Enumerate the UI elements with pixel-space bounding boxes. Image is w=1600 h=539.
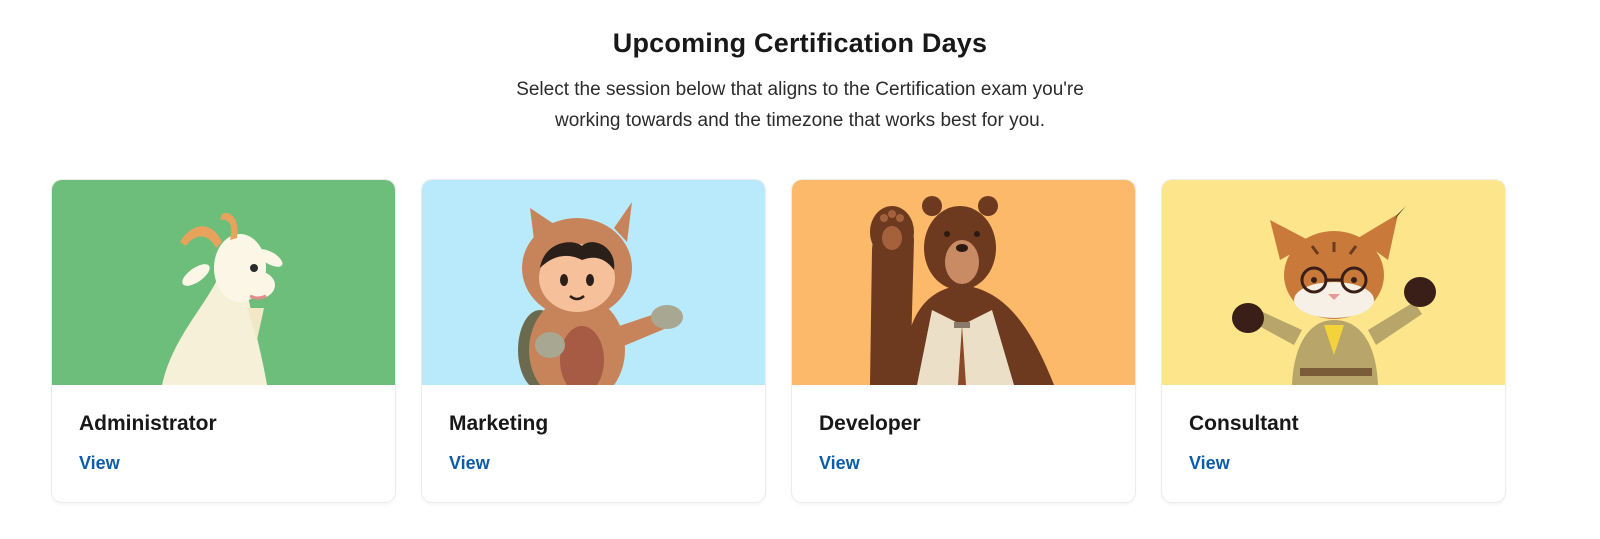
card-consultant[interactable]: Consultant View: [1162, 180, 1505, 502]
lynx-illustration: [1162, 180, 1505, 385]
page-subtitle: Select the session below that aligns to …: [450, 74, 1150, 136]
card-developer[interactable]: Developer View: [792, 180, 1135, 502]
view-link[interactable]: View: [449, 453, 490, 474]
card-title: Administrator: [79, 412, 217, 435]
view-link[interactable]: View: [819, 453, 860, 474]
view-link[interactable]: View: [1189, 453, 1230, 474]
subtitle-line-2: working towards and the timezone that wo…: [554, 110, 1046, 131]
page-title: Upcoming Certification Days: [612, 28, 988, 58]
card-title: Marketing: [449, 412, 549, 435]
card-title: Consultant: [1189, 412, 1299, 435]
certification-cards: Administrator View Marketing View Develo…: [52, 180, 1548, 502]
goat-illustration: [52, 180, 395, 385]
view-link[interactable]: View: [79, 453, 120, 474]
bear-illustration: [792, 180, 1135, 385]
astro-cat-illustration: [422, 180, 765, 385]
card-title: Developer: [819, 412, 921, 435]
card-administrator[interactable]: Administrator View: [52, 180, 395, 502]
card-marketing[interactable]: Marketing View: [422, 180, 765, 502]
subtitle-line-1: Select the session below that aligns to …: [516, 79, 1084, 100]
